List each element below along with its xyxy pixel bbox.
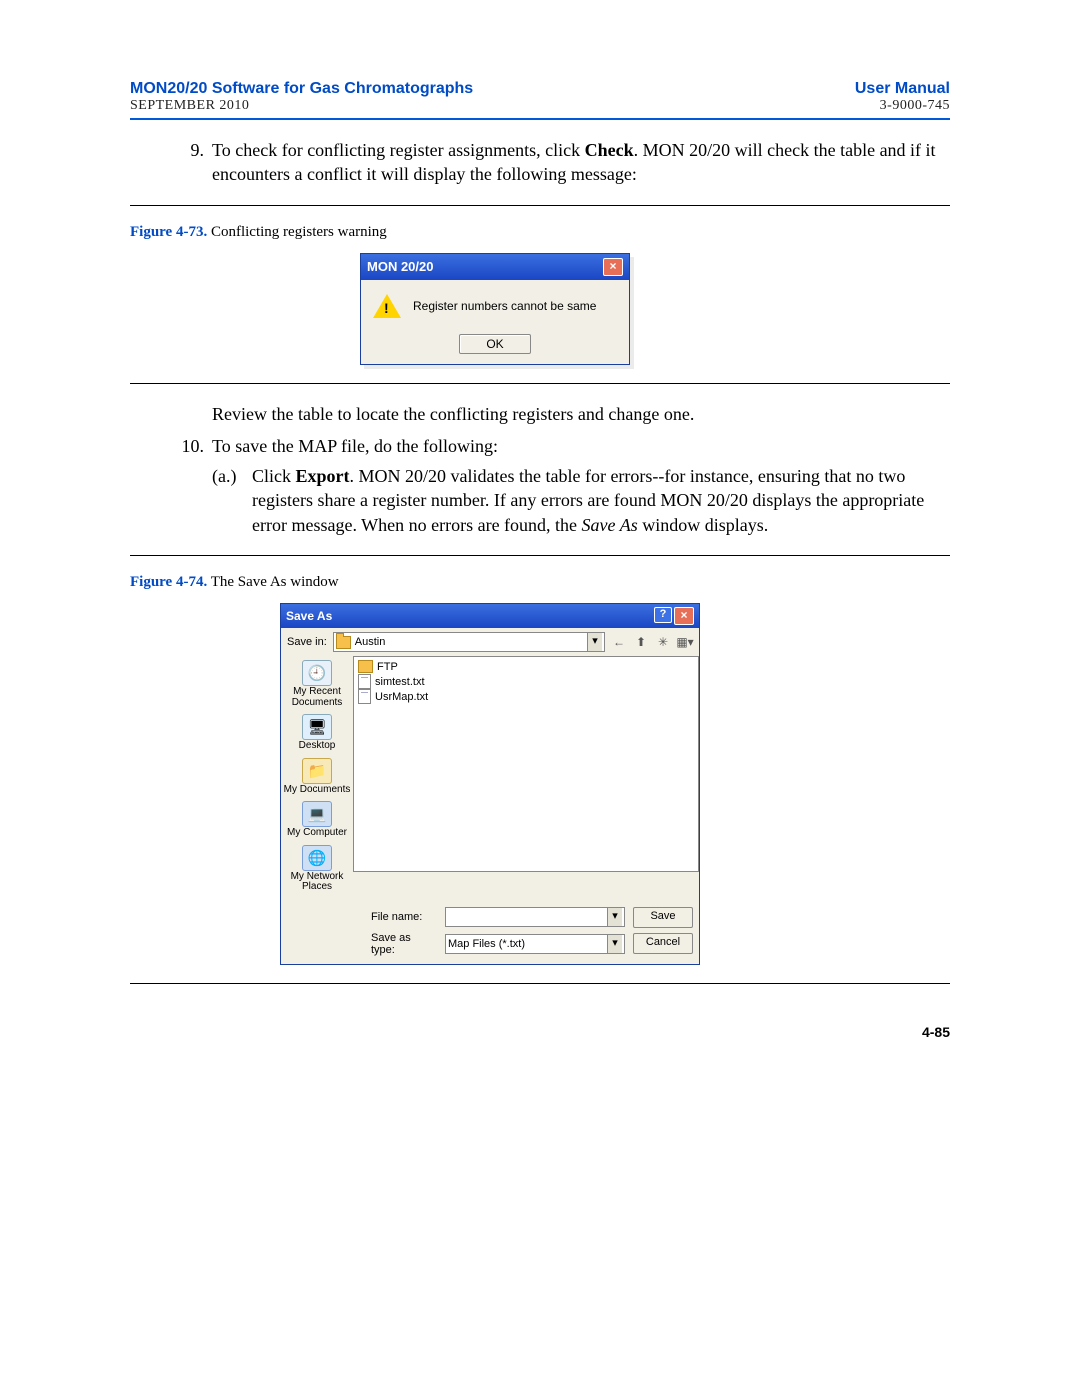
header-rule bbox=[130, 118, 950, 120]
chevron-down-icon[interactable]: ▾ bbox=[587, 633, 602, 651]
places-my-network[interactable]: 🌐 My Network Places bbox=[281, 843, 353, 897]
ok-button[interactable]: OK bbox=[459, 334, 531, 354]
save-as-titlebar[interactable]: Save As ? × bbox=[281, 604, 699, 628]
folder-open-icon bbox=[336, 636, 351, 649]
my-network-icon: 🌐 bbox=[302, 845, 332, 871]
file-list-pane[interactable]: FTP simtest.txt UsrMap.txt bbox=[353, 656, 699, 872]
page-header: MON20/20 Software for Gas Chromatographs… bbox=[130, 80, 950, 114]
doc-number: 3-9000-745 bbox=[855, 98, 950, 114]
cancel-button[interactable]: Cancel bbox=[633, 933, 693, 954]
rule-above-fig74 bbox=[130, 555, 950, 556]
step-10a-text: Click Export. MON 20/20 validates the ta… bbox=[252, 464, 950, 537]
step-9-num: 9. bbox=[176, 138, 204, 187]
save-as-dialog-wrap: Save As ? × Save in: Austin ▾ ← ⬆ ✳ ▦▾ bbox=[280, 603, 950, 965]
warning-icon bbox=[373, 294, 401, 318]
doc-title-right: User Manual bbox=[855, 80, 950, 98]
warning-dialog-body: Register numbers cannot be same OK bbox=[361, 280, 629, 364]
save-in-label: Save in: bbox=[287, 636, 327, 648]
rule-below-fig73 bbox=[130, 383, 950, 384]
figure-4-74-caption: Figure 4-74. The Save As window bbox=[130, 574, 950, 591]
my-documents-icon: 📁 bbox=[302, 758, 332, 784]
step-10a-t1: Click bbox=[252, 466, 296, 486]
file-item-label: simtest.txt bbox=[375, 676, 425, 688]
views-icon[interactable]: ▦▾ bbox=[677, 634, 693, 650]
save-button[interactable]: Save bbox=[633, 907, 693, 928]
text-file-icon bbox=[358, 689, 371, 704]
up-folder-icon[interactable]: ⬆ bbox=[633, 634, 649, 650]
rule-above-fig73 bbox=[130, 205, 950, 206]
places-recent-label: My Recent Documents bbox=[281, 687, 353, 708]
places-bar: 🕘 My Recent Documents 🖥 Desktop 📁 My Doc… bbox=[281, 656, 353, 899]
step-10: 10. To save the MAP file, do the followi… bbox=[176, 434, 950, 458]
desktop-icon: 🖥 bbox=[302, 714, 332, 740]
save-as-main: 🕘 My Recent Documents 🖥 Desktop 📁 My Doc… bbox=[281, 656, 699, 899]
places-recent[interactable]: 🕘 My Recent Documents bbox=[281, 658, 353, 712]
rule-below-fig74 bbox=[130, 983, 950, 984]
places-my-computer[interactable]: 💻 My Computer bbox=[281, 799, 353, 843]
step-10a: (a.) Click Export. MON 20/20 validates t… bbox=[212, 464, 950, 537]
step-9: 9. To check for conflicting register ass… bbox=[176, 138, 950, 187]
places-my-documents-label: My Documents bbox=[281, 785, 353, 796]
places-my-computer-label: My Computer bbox=[281, 828, 353, 839]
places-desktop[interactable]: 🖥 Desktop bbox=[281, 712, 353, 756]
close-icon[interactable]: × bbox=[603, 258, 623, 276]
folder-icon bbox=[358, 660, 373, 673]
warning-dialog-wrap: MON 20/20 × Register numbers cannot be s… bbox=[360, 253, 950, 365]
file-item-txt[interactable]: UsrMap.txt bbox=[358, 689, 694, 704]
step-10-num: 10. bbox=[176, 434, 204, 458]
step-10a-t3: window displays. bbox=[638, 515, 769, 535]
save-as-dialog: Save As ? × Save in: Austin ▾ ← ⬆ ✳ ▦▾ bbox=[280, 603, 700, 965]
close-icon[interactable]: × bbox=[674, 607, 694, 625]
recent-documents-icon: 🕘 bbox=[302, 660, 332, 686]
step-10a-num: (a.) bbox=[212, 464, 244, 537]
file-item-label: UsrMap.txt bbox=[375, 691, 428, 703]
warning-dialog-message: Register numbers cannot be same bbox=[413, 299, 596, 313]
text-file-icon bbox=[358, 674, 371, 689]
file-item-txt[interactable]: simtest.txt bbox=[358, 674, 694, 689]
save-as-toolbar: Save in: Austin ▾ ← ⬆ ✳ ▦▾ bbox=[281, 628, 699, 656]
places-desktop-label: Desktop bbox=[281, 741, 353, 752]
file-item-folder[interactable]: FTP bbox=[358, 659, 694, 674]
chevron-down-icon[interactable]: ▾ bbox=[607, 935, 622, 953]
new-folder-icon[interactable]: ✳ bbox=[655, 634, 671, 650]
figure-4-73-caption: Figure 4-73. Conflicting registers warni… bbox=[130, 224, 950, 241]
page-number: 4-85 bbox=[130, 1024, 950, 1040]
save-type-value: Map Files (*.txt) bbox=[448, 938, 525, 950]
chevron-down-icon[interactable]: ▾ bbox=[607, 908, 622, 926]
step-9-text: To check for conflicting register assign… bbox=[212, 138, 950, 187]
figure-4-74-label: Figure 4-74. bbox=[130, 574, 207, 590]
step-9-check-bold: Check bbox=[585, 140, 634, 160]
warning-dialog: MON 20/20 × Register numbers cannot be s… bbox=[360, 253, 630, 365]
review-line: Review the table to locate the conflicti… bbox=[212, 402, 950, 426]
file-name-label: File name: bbox=[367, 911, 437, 923]
save-in-combo[interactable]: Austin ▾ bbox=[333, 632, 605, 652]
step-10a-saveas-italic: Save As bbox=[582, 515, 638, 535]
manual-page: MON20/20 Software for Gas Chromatographs… bbox=[0, 0, 1080, 1100]
file-item-label: FTP bbox=[377, 661, 398, 673]
doc-title-left: MON20/20 Software for Gas Chromatographs bbox=[130, 80, 473, 98]
warning-dialog-title: MON 20/20 bbox=[367, 259, 433, 274]
places-my-network-label: My Network Places bbox=[281, 872, 353, 893]
places-my-documents[interactable]: 📁 My Documents bbox=[281, 756, 353, 800]
step-9-pre: To check for conflicting register assign… bbox=[212, 140, 585, 160]
save-as-title: Save As bbox=[286, 609, 332, 623]
save-in-value: Austin bbox=[355, 636, 386, 648]
save-type-combo[interactable]: Map Files (*.txt) ▾ bbox=[445, 934, 625, 954]
figure-4-73-label: Figure 4-73. bbox=[130, 224, 207, 240]
step-10-text: To save the MAP file, do the following: bbox=[212, 434, 950, 458]
back-icon[interactable]: ← bbox=[611, 634, 627, 650]
save-type-label: Save as type: bbox=[367, 932, 437, 956]
figure-4-74-text: The Save As window bbox=[207, 574, 338, 590]
figure-4-73-text: Conflicting registers warning bbox=[207, 224, 387, 240]
save-as-bottom: File name: ▾ Save Save as type: Map File… bbox=[281, 899, 699, 964]
step-10a-export-bold: Export bbox=[296, 466, 350, 486]
doc-date: SEPTEMBER 2010 bbox=[130, 98, 473, 114]
help-icon[interactable]: ? bbox=[654, 607, 672, 623]
my-computer-icon: 💻 bbox=[302, 801, 332, 827]
file-name-input[interactable]: ▾ bbox=[445, 907, 625, 927]
warning-dialog-titlebar[interactable]: MON 20/20 × bbox=[361, 254, 629, 280]
